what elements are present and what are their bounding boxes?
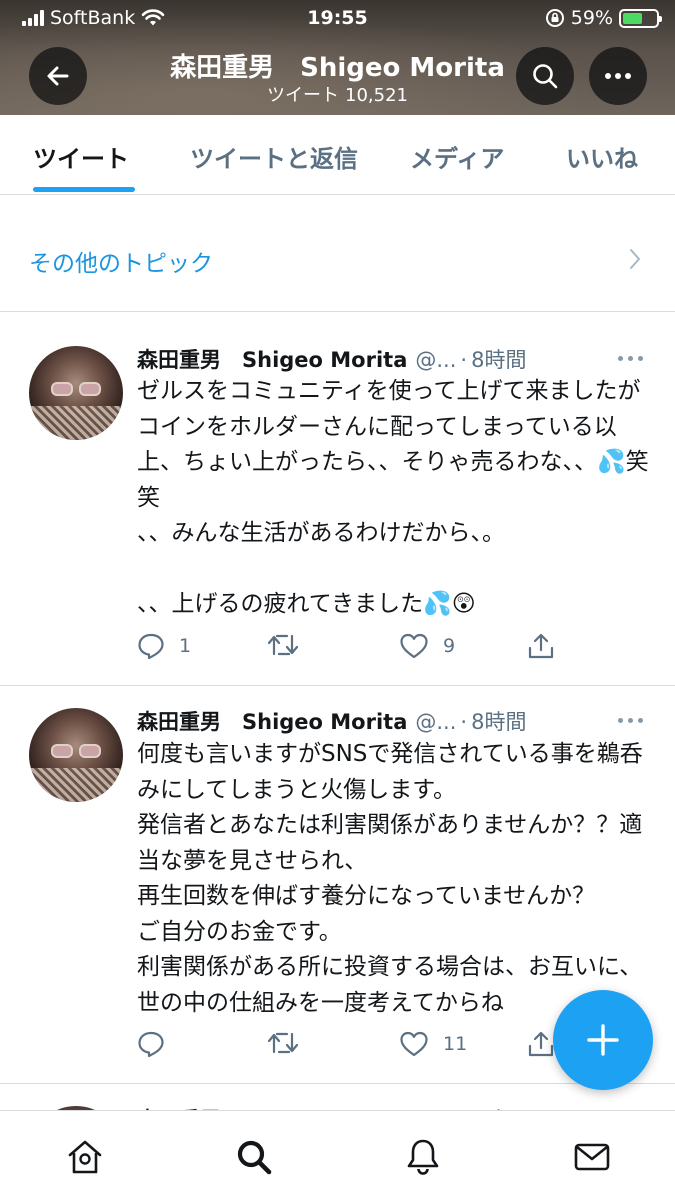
tweet-header: 森田重男 Shigeo Morita @... · 8時間 <box>137 344 526 374</box>
share-icon <box>528 1031 554 1057</box>
tweet-author-handle: @... <box>415 348 457 372</box>
reply-button[interactable]: 1 <box>137 632 191 660</box>
status-right: 59% <box>545 7 662 29</box>
more-icon <box>605 73 631 79</box>
profile-header: SoftBank 19:55 59% 森田重男 Shigeo Morita ツイ… <box>0 0 675 115</box>
tab-media[interactable]: メディア <box>410 139 504 174</box>
tweet-more-button[interactable] <box>618 718 643 723</box>
plus-icon <box>587 1024 619 1056</box>
home-icon <box>68 1140 102 1174</box>
retweet-button[interactable] <box>267 1030 313 1056</box>
active-tab-indicator <box>33 187 135 192</box>
status-bar: SoftBank 19:55 59% <box>0 0 675 38</box>
heart-icon <box>400 1031 428 1057</box>
tweet-time: 8時間 <box>471 710 527 734</box>
separator-dot: · <box>460 710 468 734</box>
tweet-text: ゼルスをコミュニティを使って上げて来ましたがコインをホルダーさんに配ってしまって… <box>137 378 649 617</box>
tab-likes[interactable]: いいね <box>566 139 638 174</box>
messages-icon <box>574 1143 610 1171</box>
tweet-more-button[interactable] <box>618 356 643 361</box>
nav-home[interactable] <box>63 1135 107 1179</box>
battery-percent: 59% <box>570 7 613 29</box>
tweet-author-handle: @... <box>415 710 457 734</box>
compose-tweet-button[interactable] <box>553 990 653 1090</box>
separator-dot: · <box>460 348 468 372</box>
avatar[interactable] <box>29 708 123 802</box>
retweet-icon <box>267 1032 299 1054</box>
tweet[interactable]: 森田重男 Shigeo Morita @... · 8時間 ゼルスをコミュニティ… <box>0 312 675 686</box>
heart-icon <box>400 633 428 659</box>
share-icon <box>528 633 554 659</box>
reply-icon <box>138 1031 164 1058</box>
reply-count: 1 <box>179 635 192 657</box>
notifications-icon <box>407 1139 439 1175</box>
tweet-text: 何度も言いますがSNSで発信されている事を鵜呑みにしてしまうと火傷します。 発信… <box>137 741 643 1016</box>
tweet-count-value: 10,521 <box>345 85 408 106</box>
battery-charging-icon <box>619 8 662 28</box>
reply-button[interactable] <box>137 1030 179 1058</box>
share-button[interactable] <box>527 1030 555 1058</box>
share-button[interactable] <box>527 632 555 660</box>
nav-messages[interactable] <box>570 1135 614 1179</box>
tweet-count-label: ツイート <box>267 85 339 106</box>
tweet-author-name[interactable]: 森田重男 Shigeo Morita <box>137 706 407 736</box>
like-count: 9 <box>443 635 456 657</box>
bottom-navigation <box>0 1110 675 1200</box>
reply-icon <box>138 633 164 660</box>
tweet-count: ツイート 10,521 <box>0 81 675 107</box>
nav-notifications[interactable] <box>401 1135 445 1179</box>
avatar[interactable] <box>29 346 123 440</box>
tweet-time: 8時間 <box>471 348 527 372</box>
tab-tweets-and-replies[interactable]: ツイートと返信 <box>190 139 358 174</box>
search-icon <box>533 64 558 89</box>
tweet-actions: 1 9 <box>137 632 637 662</box>
more-topics-row[interactable]: その他のトピック <box>0 196 675 312</box>
tweet-author-name[interactable]: 森田重男 Shigeo Morita <box>137 344 407 374</box>
like-button[interactable]: 9 <box>399 632 455 660</box>
tab-tweets[interactable]: ツイート <box>33 139 129 174</box>
tweet-header: 森田重男 Shigeo Morita @... · 8時間 <box>137 706 526 736</box>
retweet-button[interactable] <box>267 632 313 658</box>
more-options-button[interactable] <box>589 47 647 105</box>
chevron-right-icon <box>630 249 640 269</box>
like-button[interactable]: 11 <box>399 1030 467 1058</box>
retweet-icon <box>267 634 299 656</box>
nav-search[interactable] <box>232 1135 276 1179</box>
search-button[interactable] <box>516 47 574 105</box>
profile-tabs: ツイート ツイートと返信 メディア いいね <box>0 115 675 195</box>
more-topics-label: その他のトピック <box>29 251 213 277</box>
search-icon <box>237 1140 272 1175</box>
orientation-lock-icon <box>545 9 564 27</box>
like-count: 11 <box>443 1033 468 1055</box>
